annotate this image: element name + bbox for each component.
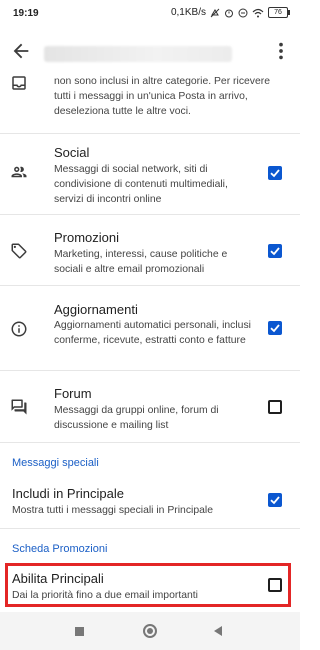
- check-icon: [270, 324, 280, 333]
- app-bar: [0, 36, 300, 68]
- status-time: 19:19: [13, 8, 39, 19]
- check-icon: [270, 169, 280, 178]
- category-title: Forum: [54, 386, 92, 401]
- back-arrow-icon[interactable]: [10, 40, 32, 62]
- highlight-annotation-box: [5, 563, 291, 607]
- mute-icon: [210, 8, 220, 17]
- category-description: Aggiornamenti automatici personali, incl…: [54, 320, 251, 346]
- system-back-icon[interactable]: [213, 625, 223, 637]
- divider: [0, 442, 300, 443]
- category-description: Messaggi da gruppi online, forum di disc…: [54, 405, 219, 431]
- people-icon: [11, 166, 27, 178]
- section-header-messaggi-speciali: Messaggi speciali: [12, 457, 99, 469]
- category-title: Social: [54, 145, 90, 160]
- includi-in-principale-checkbox[interactable]: [268, 493, 282, 507]
- network-speed: 0,1KB/s: [170, 7, 206, 18]
- account-title-blurred: [44, 46, 232, 62]
- category-description: Marketing, interessi, cause politiche e …: [54, 249, 228, 275]
- battery-icon: 76: [268, 7, 290, 18]
- alarm-icon: [225, 9, 233, 17]
- category-description: Messaggi di social network, siti di cond…: [54, 164, 228, 205]
- inbox-icon: [12, 76, 26, 90]
- check-icon: [270, 247, 280, 256]
- social-checkbox[interactable]: [268, 166, 282, 180]
- status-bar: 19:19 0,1KB/s 76: [0, 0, 300, 26]
- promozioni-checkbox[interactable]: [268, 244, 282, 258]
- divider: [0, 370, 300, 371]
- divider: [0, 214, 300, 215]
- recents-button[interactable]: [75, 627, 84, 636]
- section-header-scheda-promozioni: Scheda Promozioni: [12, 543, 108, 555]
- info-icon: [11, 321, 27, 337]
- divider: [0, 133, 300, 134]
- forum-checkbox[interactable]: [268, 400, 282, 414]
- setting-description: Mostra tutti i messaggi speciali in Prin…: [12, 505, 213, 516]
- tag-icon: [11, 243, 27, 259]
- forum-icon: [11, 399, 27, 415]
- aggiornamenti-checkbox[interactable]: [268, 321, 282, 335]
- status-icons: 0,1KB/s 76: [170, 7, 290, 18]
- divider: [0, 528, 300, 529]
- category-title: Promozioni: [54, 230, 120, 245]
- wifi-icon: [252, 8, 264, 17]
- principale-description: non sono inclusi in altre categorie. Per…: [54, 76, 271, 117]
- category-title: Aggiornamenti: [54, 302, 138, 317]
- system-nav-bar: [0, 612, 300, 650]
- divider: [0, 285, 300, 286]
- battery-saver-icon: [238, 8, 248, 17]
- more-options-icon[interactable]: [270, 40, 292, 62]
- check-icon: [270, 496, 280, 505]
- home-button[interactable]: [143, 624, 157, 638]
- setting-title: Includi in Principale: [12, 486, 125, 501]
